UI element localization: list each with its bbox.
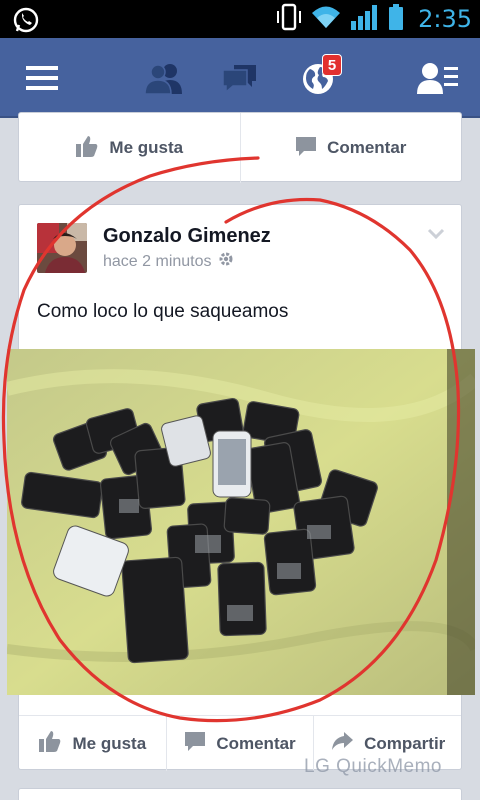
share-label: Compartir [364, 733, 446, 753]
like-label: Me gusta [72, 733, 147, 753]
like-label: Me gusta [109, 138, 184, 157]
menu-icon[interactable] [14, 38, 70, 118]
contacts-icon[interactable] [410, 38, 466, 118]
vibrate-icon [276, 3, 302, 36]
top-navigation-bar: 5 [0, 38, 480, 118]
post-card: Gonzalo Gimenez hace 2 minutos Como loco… [7, 204, 475, 771]
chevron-down-icon[interactable] [427, 227, 445, 245]
thumbs-up-icon [75, 134, 99, 163]
comment-label: Comentar [327, 138, 407, 157]
clock: 2:35 [418, 5, 472, 33]
quickmemo-watermark: LG QuickMemo [304, 756, 442, 777]
signal-icon [350, 3, 380, 36]
friend-requests-icon[interactable] [136, 38, 192, 118]
share-arrow-icon [330, 730, 354, 757]
post-text: Como loco lo que saqueamos [37, 301, 289, 322]
comment-label: Comentar [216, 733, 296, 753]
notifications-globe-icon[interactable]: 5 [288, 38, 350, 118]
author-avatar[interactable] [37, 223, 87, 273]
whatsapp-icon [12, 6, 40, 34]
next-post-card [18, 788, 462, 800]
like-button[interactable]: Me gusta [19, 113, 241, 183]
comment-bubble-icon [295, 135, 317, 162]
comment-button[interactable]: Comentar [241, 113, 462, 183]
privacy-gear-icon [218, 251, 234, 272]
like-button[interactable]: Me gusta [19, 716, 167, 771]
notification-count-badge: 5 [322, 54, 342, 76]
comment-button[interactable]: Comentar [167, 716, 315, 771]
comment-bubble-icon [184, 730, 206, 757]
post-photo[interactable] [7, 349, 475, 695]
post-meta: hace 2 minutos [103, 251, 234, 272]
post-timestamp: hace 2 minutos [103, 252, 212, 270]
wifi-icon [310, 4, 342, 35]
author-name[interactable]: Gonzalo Gimenez [103, 225, 271, 248]
thumbs-up-icon [38, 729, 62, 758]
previous-post-card: Me gusta Comentar [18, 112, 462, 183]
messages-icon[interactable] [212, 38, 268, 118]
status-bar: 2:35 [0, 0, 480, 38]
battery-icon [388, 3, 404, 36]
